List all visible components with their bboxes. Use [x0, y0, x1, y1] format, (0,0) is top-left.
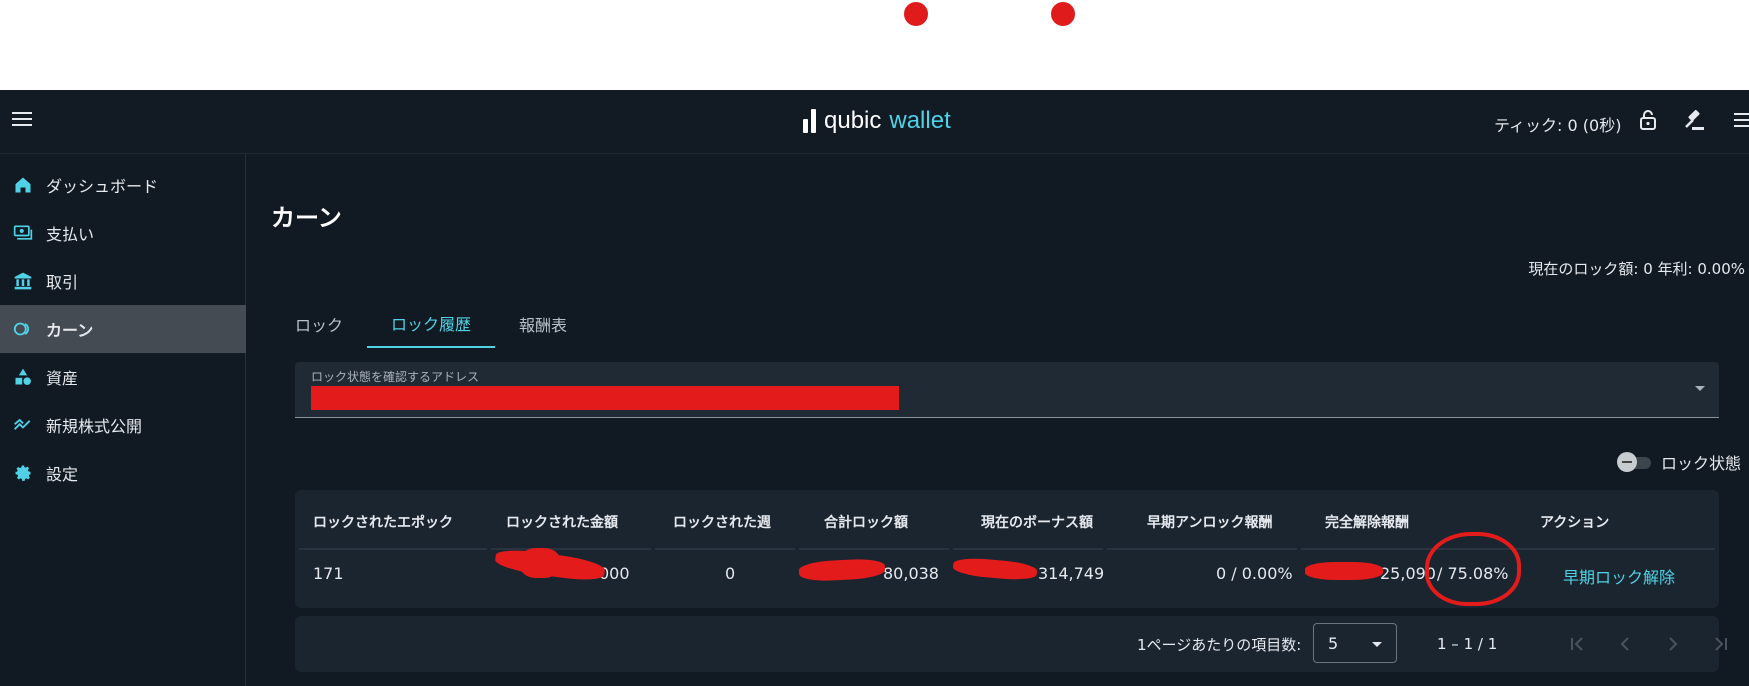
- sidebar-item-transactions[interactable]: 取引: [0, 257, 246, 305]
- header-divider: [953, 548, 1103, 550]
- sidebar-item-label: ダッシュボード: [46, 177, 159, 196]
- sidebar-item-label: カーン: [46, 321, 94, 340]
- ipo-icon: [12, 414, 34, 436]
- tab-lock-history[interactable]: ロック履歴: [367, 300, 496, 348]
- main-content: カーン 現在のロック額: 0 年利: 0.00% ロック ロック履歴 報酬表 ロ…: [247, 154, 1749, 686]
- column-header: アクション: [1540, 515, 1610, 531]
- page-range: 1 – 1 / 1: [1437, 635, 1498, 653]
- first-page-icon[interactable]: [1565, 632, 1589, 656]
- page-title: カーン: [271, 204, 342, 232]
- sidebar-item-label: 新規株式公開: [46, 417, 143, 436]
- redaction-scribble: [520, 548, 560, 578]
- column-header: ロックされた金額: [506, 515, 618, 531]
- header-divider: [799, 548, 949, 550]
- home-icon: [12, 174, 34, 196]
- sidebar-item-label: 資産: [46, 369, 79, 388]
- hamburger-menu-icon[interactable]: [12, 112, 32, 130]
- column-header: 早期アンロック報酬: [1147, 515, 1273, 531]
- address-redaction: [311, 386, 899, 410]
- redaction-scribble: [1305, 562, 1383, 580]
- chevron-down-icon: [1372, 642, 1382, 647]
- sidebar-item-assets[interactable]: 資産: [0, 353, 246, 401]
- top-header: qubic wallet ティック: 0 (0秒): [0, 90, 1749, 154]
- gavel-icon[interactable]: [1682, 108, 1706, 132]
- top-band: [0, 0, 1749, 90]
- column-header: 合計ロック額: [824, 515, 908, 531]
- paginator: 1ページあたりの項目数: 5 1 – 1 / 1: [295, 616, 1727, 672]
- items-per-page-label: 1ページあたりの項目数:: [1137, 636, 1302, 654]
- tick-indicator: ティック: 0 (0秒): [1494, 116, 1622, 135]
- last-page-icon[interactable]: [1709, 632, 1733, 656]
- header-divider: [655, 548, 795, 550]
- tab-reward-table[interactable]: 報酬表: [495, 300, 591, 348]
- tab-lock[interactable]: ロック: [271, 300, 367, 348]
- tab-bar: ロック ロック履歴 報酬表: [271, 300, 591, 348]
- red-dot-marker: [904, 2, 928, 26]
- header-divider: [1107, 548, 1297, 550]
- highlight-circle: [1425, 532, 1521, 606]
- logo-text-primary: qubic: [824, 107, 882, 134]
- lock-status-toggle[interactable]: [1616, 452, 1653, 472]
- sidebar-item-ipo[interactable]: 新規株式公開: [0, 401, 246, 449]
- red-dot-marker: [1051, 2, 1075, 26]
- lock-open-icon[interactable]: [1636, 108, 1660, 132]
- assets-icon: [12, 366, 34, 388]
- cell-total: 80,038: [883, 564, 939, 583]
- redaction-scribble: [952, 556, 1038, 582]
- qubic-logo-icon: [803, 109, 816, 133]
- app-window: qubic wallet ティック: 0 (0秒) ダッシュボード 支払い 取引: [0, 90, 1749, 686]
- bank-icon: [12, 270, 34, 292]
- payments-icon: [12, 222, 34, 244]
- settings-icon: [12, 462, 34, 484]
- sidebar-item-payments[interactable]: 支払い: [0, 209, 246, 257]
- sidebar-item-earn[interactable]: カーン: [0, 305, 246, 353]
- sidebar-item-label: 設定: [46, 465, 79, 484]
- chevron-down-icon: [1695, 386, 1705, 391]
- header-divider: [299, 548, 487, 550]
- column-header: ロックされた週: [673, 515, 771, 531]
- column-header: 現在のボーナス額: [981, 515, 1093, 531]
- lock-history-table: ロックされたエポック ロックされた金額 ロックされた週 合計ロック額 現在のボー…: [295, 490, 1719, 608]
- sidebar-item-dashboard[interactable]: ダッシュボード: [0, 161, 246, 209]
- items-per-page-value: 5: [1328, 634, 1339, 653]
- app-logo: qubic wallet: [803, 104, 951, 138]
- cell-epoch: 171: [313, 564, 344, 583]
- header-divider: [1515, 548, 1715, 550]
- cell-bonus: 314,749: [1038, 564, 1105, 583]
- previous-page-icon[interactable]: [1613, 632, 1637, 656]
- logo-text-secondary: wallet: [889, 107, 951, 134]
- address-select[interactable]: ロック状態を確認するアドレス: [295, 362, 1719, 418]
- column-header: ロックされたエポック: [313, 515, 453, 531]
- items-per-page-select[interactable]: 5: [1313, 623, 1397, 663]
- sidebar: ダッシュボード 支払い 取引 カーン 資産 新規株式公開 設定: [0, 154, 246, 686]
- account-list-icon[interactable]: [1730, 108, 1749, 132]
- cell-weeks: 0: [725, 564, 736, 583]
- redaction-scribble: [798, 557, 886, 583]
- lock-status-toggle-label: ロック状態: [1660, 454, 1741, 473]
- address-select-label: ロック状態を確認するアドレス: [311, 370, 480, 384]
- sidebar-item-label: 支払い: [46, 225, 95, 244]
- lock-status-toggle-group: ロック状態: [1616, 450, 1741, 474]
- next-page-icon[interactable]: [1661, 632, 1685, 656]
- column-header: 完全解除報酬: [1325, 515, 1409, 531]
- sidebar-item-label: 取引: [46, 273, 79, 292]
- lock-summary: 現在のロック額: 0 年利: 0.00%: [1528, 260, 1745, 278]
- early-unlock-button[interactable]: 早期ロック解除: [1563, 564, 1675, 588]
- cell-early-reward: 0 / 0.00%: [1216, 564, 1293, 583]
- sidebar-item-settings[interactable]: 設定: [0, 449, 246, 497]
- earn-icon: [12, 318, 34, 340]
